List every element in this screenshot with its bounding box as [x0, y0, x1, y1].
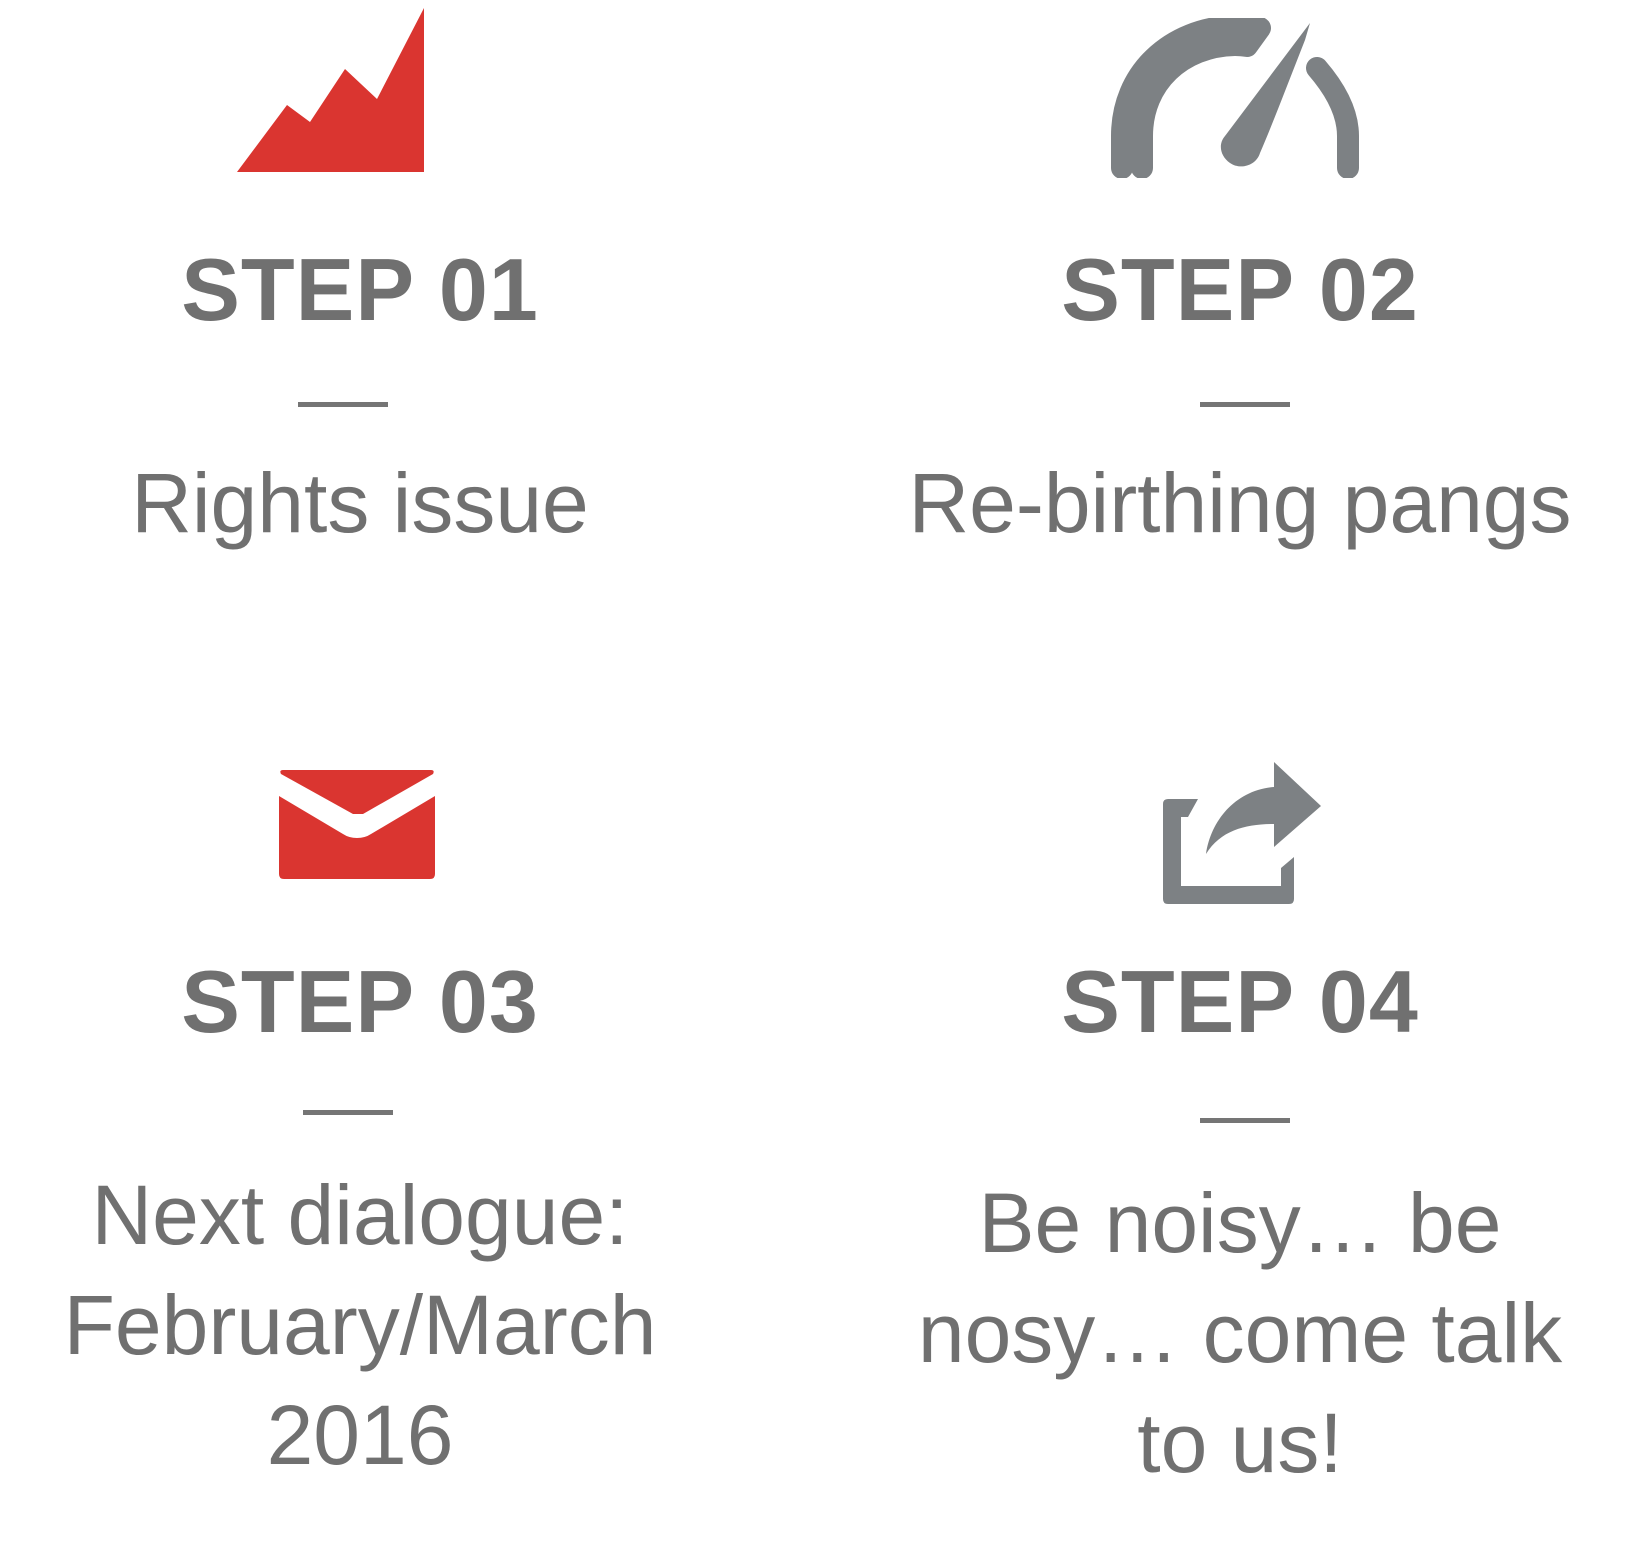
step-description: Re-birthing pangs	[908, 456, 1572, 550]
description-line: Be noisy… be	[978, 1176, 1502, 1270]
divider	[298, 402, 388, 407]
step-title: STEP 04	[1061, 952, 1419, 1051]
step-4: STEP 04 Be noisy… be nosy… come talk to …	[860, 762, 1620, 1547]
share-icon	[1156, 762, 1326, 907]
step-description: Be noisy… be nosy… come talk to us!	[860, 1168, 1620, 1498]
step-description: Rights issue	[131, 456, 589, 550]
step-title: STEP 03	[181, 952, 539, 1051]
envelope-icon	[277, 766, 437, 880]
description-line: nosy… come talk	[917, 1286, 1563, 1380]
divider	[303, 1110, 393, 1115]
description-line: February/March	[63, 1278, 657, 1372]
step-title: STEP 02	[1061, 240, 1419, 339]
divider	[1200, 402, 1290, 407]
description-line: to us!	[1137, 1396, 1343, 1490]
step-1: STEP 01 Rights issue	[0, 0, 740, 760]
step-title: STEP 01	[181, 240, 539, 339]
speedometer-icon	[1110, 18, 1360, 178]
rising-chart-icon	[237, 5, 427, 173]
step-2: STEP 02 Re-birthing pangs	[860, 0, 1620, 760]
step-description: Next dialogue: February/March 2016	[0, 1160, 740, 1490]
step-3: STEP 03 Next dialogue: February/March 20…	[0, 770, 740, 1547]
divider	[1200, 1118, 1290, 1123]
description-line: Next dialogue:	[91, 1168, 629, 1262]
description-line: 2016	[266, 1388, 454, 1482]
